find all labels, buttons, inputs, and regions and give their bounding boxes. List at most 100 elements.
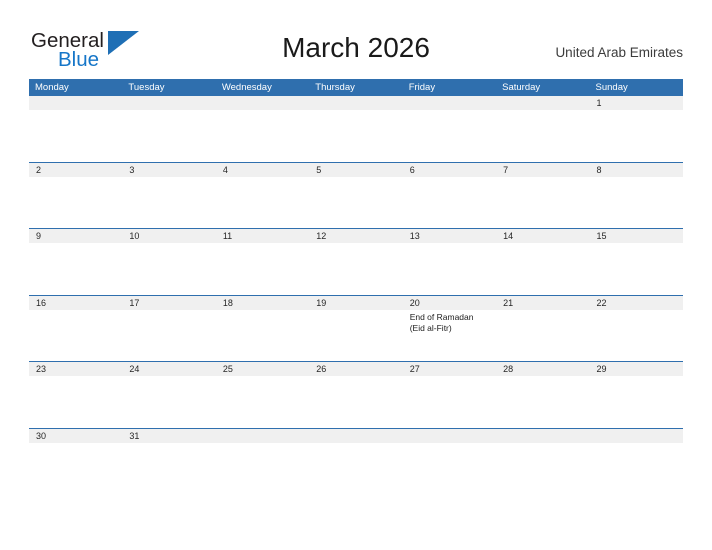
- day-number-band: 30 31: [29, 428, 683, 443]
- day-events[interactable]: [403, 110, 496, 161]
- day-events[interactable]: [216, 243, 309, 294]
- weekday-thursday: Thursday: [315, 82, 355, 93]
- day-number[interactable]: [122, 96, 215, 110]
- day-number[interactable]: 5: [309, 163, 402, 177]
- day-number[interactable]: 25: [216, 362, 309, 376]
- day-events[interactable]: [590, 443, 683, 494]
- day-number[interactable]: 17: [122, 296, 215, 310]
- day-number[interactable]: 4: [216, 163, 309, 177]
- day-number[interactable]: 11: [216, 229, 309, 243]
- country-label: United Arab Emirates: [555, 45, 683, 60]
- day-events[interactable]: [309, 443, 402, 494]
- day-events[interactable]: [122, 376, 215, 427]
- day-number[interactable]: 6: [403, 163, 496, 177]
- day-events[interactable]: [590, 376, 683, 427]
- day-number[interactable]: [309, 429, 402, 443]
- day-number[interactable]: 1: [590, 96, 683, 110]
- day-events[interactable]: [29, 443, 122, 494]
- day-events[interactable]: [29, 376, 122, 427]
- day-number[interactable]: [496, 96, 589, 110]
- day-events[interactable]: [309, 376, 402, 427]
- day-number[interactable]: [309, 96, 402, 110]
- week-row: 16 17 18 19 20 21 22 End of Ramadan (Eid…: [29, 295, 683, 362]
- day-events[interactable]: [122, 443, 215, 494]
- day-events[interactable]: [29, 310, 122, 361]
- week-row: 2 3 4 5 6 7 8: [29, 162, 683, 229]
- day-events[interactable]: [403, 376, 496, 427]
- day-events[interactable]: [216, 110, 309, 161]
- day-events[interactable]: [403, 243, 496, 294]
- day-number[interactable]: 19: [309, 296, 402, 310]
- day-events[interactable]: [403, 443, 496, 494]
- day-events[interactable]: [403, 177, 496, 228]
- day-events-band: [29, 110, 683, 161]
- day-events[interactable]: [309, 243, 402, 294]
- day-number-band: 16 17 18 19 20 21 22: [29, 295, 683, 310]
- day-number[interactable]: 20: [403, 296, 496, 310]
- day-events[interactable]: [496, 177, 589, 228]
- holiday-event-eid[interactable]: End of Ramadan (Eid al-Fitr): [403, 310, 496, 361]
- day-events[interactable]: [496, 110, 589, 161]
- day-number[interactable]: 15: [590, 229, 683, 243]
- day-events[interactable]: [309, 310, 402, 361]
- weekday-monday: Monday: [35, 82, 69, 93]
- day-number[interactable]: 16: [29, 296, 122, 310]
- day-events[interactable]: [122, 177, 215, 228]
- weekday-friday: Friday: [408, 82, 436, 93]
- day-events[interactable]: [216, 177, 309, 228]
- day-number[interactable]: 22: [590, 296, 683, 310]
- day-number[interactable]: 28: [496, 362, 589, 376]
- day-events[interactable]: [590, 243, 683, 294]
- day-events[interactable]: [496, 376, 589, 427]
- day-number[interactable]: 7: [496, 163, 589, 177]
- day-number[interactable]: 24: [122, 362, 215, 376]
- day-number[interactable]: [29, 96, 122, 110]
- day-events[interactable]: [29, 110, 122, 161]
- day-number[interactable]: [496, 429, 589, 443]
- day-events[interactable]: [590, 310, 683, 361]
- calendar-grid: Monday Tuesday Wednesday Thursday Friday…: [29, 79, 683, 495]
- day-number-band: 23 24 25 26 27 28 29: [29, 362, 683, 376]
- day-events[interactable]: [29, 177, 122, 228]
- day-number-band: 9 10 11 12 13 14 15: [29, 229, 683, 243]
- day-number[interactable]: [216, 429, 309, 443]
- day-number[interactable]: [403, 429, 496, 443]
- day-events[interactable]: [590, 110, 683, 161]
- day-events[interactable]: [122, 110, 215, 161]
- day-number[interactable]: 9: [29, 229, 122, 243]
- day-number[interactable]: 3: [122, 163, 215, 177]
- day-events[interactable]: [496, 443, 589, 494]
- day-number[interactable]: 12: [309, 229, 402, 243]
- day-number[interactable]: [590, 429, 683, 443]
- day-events[interactable]: [590, 177, 683, 228]
- day-events[interactable]: [29, 243, 122, 294]
- day-number[interactable]: 10: [122, 229, 215, 243]
- day-number[interactable]: 23: [29, 362, 122, 376]
- day-number[interactable]: 30: [29, 429, 122, 443]
- day-events[interactable]: [496, 310, 589, 361]
- day-events[interactable]: [122, 310, 215, 361]
- day-events[interactable]: [309, 177, 402, 228]
- day-events[interactable]: [216, 443, 309, 494]
- day-events[interactable]: [216, 376, 309, 427]
- day-number[interactable]: 13: [403, 229, 496, 243]
- day-number[interactable]: [216, 96, 309, 110]
- day-number[interactable]: 18: [216, 296, 309, 310]
- day-number[interactable]: 31: [122, 429, 215, 443]
- day-number[interactable]: 21: [496, 296, 589, 310]
- day-number[interactable]: [403, 96, 496, 110]
- day-number[interactable]: 27: [403, 362, 496, 376]
- day-events[interactable]: [496, 243, 589, 294]
- day-number[interactable]: 2: [29, 163, 122, 177]
- day-events-band: [29, 243, 683, 294]
- day-number[interactable]: 14: [496, 229, 589, 243]
- day-number[interactable]: 26: [309, 362, 402, 376]
- week-row: 1: [29, 96, 683, 163]
- day-events[interactable]: [309, 110, 402, 161]
- day-number[interactable]: 29: [590, 362, 683, 376]
- day-number[interactable]: 8: [590, 163, 683, 177]
- day-events[interactable]: [122, 243, 215, 294]
- day-events[interactable]: [216, 310, 309, 361]
- day-number-band: 2 3 4 5 6 7 8: [29, 162, 683, 177]
- day-number-band: 1: [29, 96, 683, 110]
